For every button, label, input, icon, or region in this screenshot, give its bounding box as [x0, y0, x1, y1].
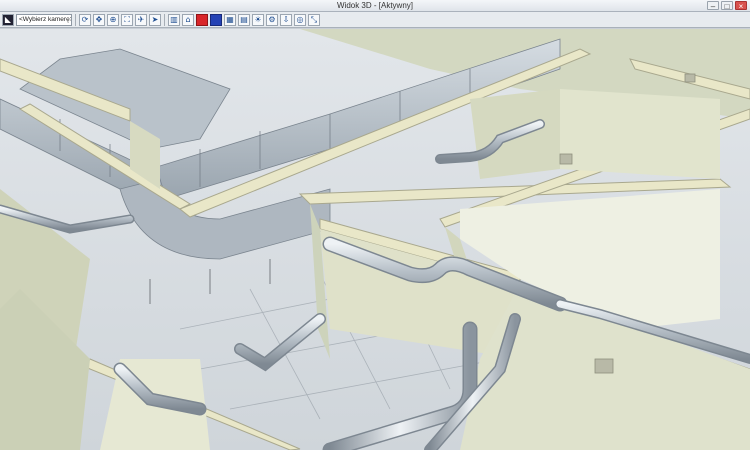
fly-icon: ➤: [151, 14, 159, 24]
pan-button[interactable]: ✥: [93, 13, 105, 26]
toolbar-separator: [75, 13, 76, 26]
walk-icon: ✈: [137, 14, 145, 24]
3d-scene: [0, 29, 750, 450]
layers-icon: ▤: [240, 14, 248, 24]
red-color-button[interactable]: [196, 13, 208, 26]
rotate-icon: ⟳: [81, 14, 89, 24]
window-titlebar: Widok 3D - [Aktywny] – □ ×: [0, 0, 750, 12]
orbit-button[interactable]: ◎: [294, 13, 306, 26]
3d-viewport[interactable]: [0, 29, 750, 450]
export-icon: ⇩: [282, 14, 290, 24]
window-controls: – □ ×: [707, 1, 747, 11]
camera-tool-icon: ◣: [4, 14, 12, 24]
blue-color-button[interactable]: [210, 13, 222, 26]
minimize-button[interactable]: –: [707, 1, 719, 11]
orbit-icon: ◎: [296, 14, 304, 24]
window-title: Widok 3D - [Aktywny]: [336, 1, 413, 10]
export-button[interactable]: ⇩: [280, 13, 292, 26]
building-icon: ⌂: [185, 14, 191, 24]
zoom-extents-button[interactable]: ⛶: [121, 13, 133, 26]
walk-button[interactable]: ✈: [135, 13, 147, 26]
settings-icon: ⚙: [268, 14, 276, 24]
zoom-button[interactable]: ⊕: [107, 13, 119, 26]
scale-button[interactable]: ⤡: [308, 13, 320, 26]
section-button[interactable]: ▥: [168, 13, 180, 26]
camera-tool-button[interactable]: ◣: [2, 13, 14, 26]
light-icon: ☀: [254, 14, 262, 24]
pan-icon: ✥: [95, 14, 103, 24]
zoom-extents-icon: ⛶: [124, 14, 130, 24]
rotate-button[interactable]: ⟳: [79, 13, 91, 26]
zoom-icon: ⊕: [109, 14, 117, 24]
camera-select[interactable]: <Wybierz kamerę> ▼: [16, 13, 72, 26]
camera-select-value: <Wybierz kamerę>: [19, 15, 72, 23]
building-button[interactable]: ⌂: [182, 13, 194, 26]
maximize-button[interactable]: □: [721, 1, 733, 11]
grid-button[interactable]: ▦: [224, 13, 236, 26]
fly-button[interactable]: ➤: [149, 13, 161, 26]
toolbar-separator: [164, 13, 165, 26]
view-toolbar: ◣ <Wybierz kamerę> ▼ ⟳ ✥ ⊕ ⛶ ✈ ➤ ▥ ⌂ ▦ ▤…: [0, 12, 750, 28]
section-icon: ▥: [170, 14, 178, 24]
scale-icon: ⤡: [310, 14, 318, 24]
settings-button[interactable]: ⚙: [266, 13, 278, 26]
light-button[interactable]: ☀: [252, 13, 264, 26]
grid-icon: ▦: [226, 14, 234, 24]
layers-button[interactable]: ▤: [238, 13, 250, 26]
close-button[interactable]: ×: [735, 1, 747, 11]
